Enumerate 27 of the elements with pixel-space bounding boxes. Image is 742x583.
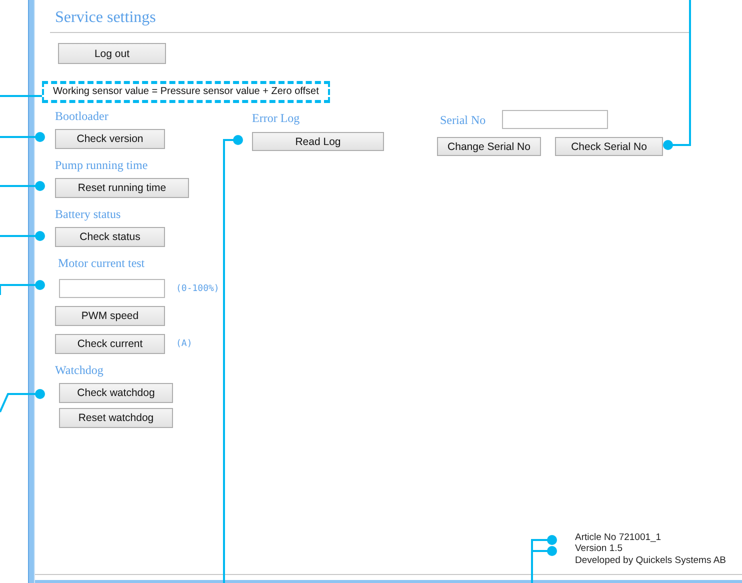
unit-label: (0-100%) — [176, 284, 220, 294]
unit-label: (A) — [176, 339, 192, 349]
section-heading: Bootloader — [55, 108, 110, 124]
formula-note: Working sensor value = Pressure sensor value + Zero offset — [42, 81, 330, 103]
action-button[interactable]: Check status — [55, 227, 165, 247]
action-button[interactable]: Check version — [55, 129, 165, 149]
section-heading: Motor current test — [58, 255, 146, 271]
serial-button[interactable]: Check Serial No — [555, 137, 663, 156]
section-heading: Battery status — [55, 206, 122, 222]
section-heading: Watchdog — [55, 362, 104, 378]
logout-button[interactable]: Log out — [58, 43, 166, 64]
action-button[interactable]: Reset running time — [55, 178, 189, 198]
footer-text: Article No 721001_1 — [575, 532, 662, 543]
section-heading: Pump running time — [55, 157, 149, 173]
action-button[interactable]: Reset watchdog — [59, 408, 173, 428]
footer-text: Developed by Quickels Systems AB — [575, 554, 728, 566]
window-title: Service settings — [54, 9, 157, 27]
serial-field[interactable] — [502, 110, 608, 129]
footer-text: Version 1.5 — [575, 543, 624, 554]
action-button[interactable]: Check current — [55, 334, 165, 354]
read-log-button[interactable]: Read Log — [252, 132, 384, 151]
action-button[interactable]: Check watchdog — [59, 383, 173, 403]
section-heading: Error Log — [252, 110, 301, 126]
serial-label: Serial No — [440, 112, 486, 128]
input-field[interactable] — [59, 279, 165, 298]
serial-button[interactable]: Change Serial No — [437, 137, 541, 156]
action-button[interactable]: PWM speed — [55, 306, 165, 326]
